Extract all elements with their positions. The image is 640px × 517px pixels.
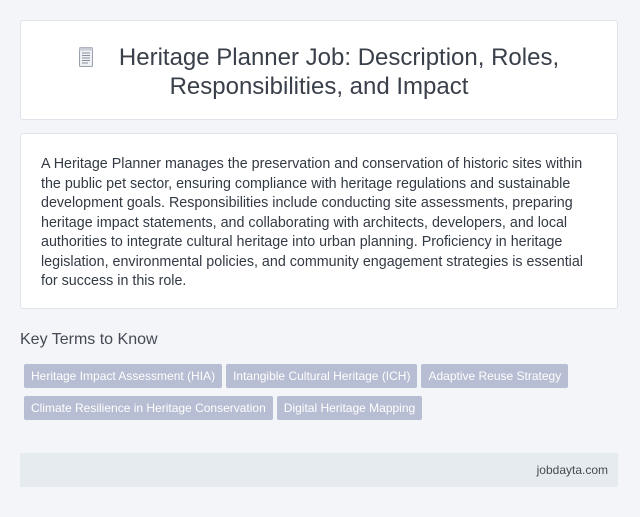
title-card: Heritage Planner Job: Description, Roles… [20, 20, 618, 120]
tag-digital-heritage-mapping[interactable]: Digital Heritage Mapping [276, 396, 423, 420]
key-terms-heading: Key Terms to Know [20, 331, 158, 348]
key-terms-tags: Heritage Impact Assessment (HIA) Intangib… [24, 364, 604, 428]
footer-site-link[interactable]: jobdayta.com [537, 463, 608, 477]
tag-heritage-impact-assessment[interactable]: Heritage Impact Assessment (HIA) [24, 364, 223, 388]
page-title-text: Heritage Planner Job: Description, Roles… [118, 44, 560, 100]
tag-intangible-cultural-heritage[interactable]: Intangible Cultural Heritage (ICH) [226, 364, 418, 388]
page-title: Heritage Planner Job: Description, Roles… [21, 21, 617, 101]
description-card: A Heritage Planner manages the preservat… [20, 133, 618, 309]
footer: jobdayta.com [20, 453, 618, 487]
tag-adaptive-reuse-strategy[interactable]: Adaptive Reuse Strategy [421, 364, 569, 388]
tag-climate-resilience[interactable]: Climate Resilience in Heritage Conservat… [24, 396, 273, 420]
document-icon [78, 47, 93, 67]
description-text: A Heritage Planner manages the preservat… [41, 156, 583, 289]
